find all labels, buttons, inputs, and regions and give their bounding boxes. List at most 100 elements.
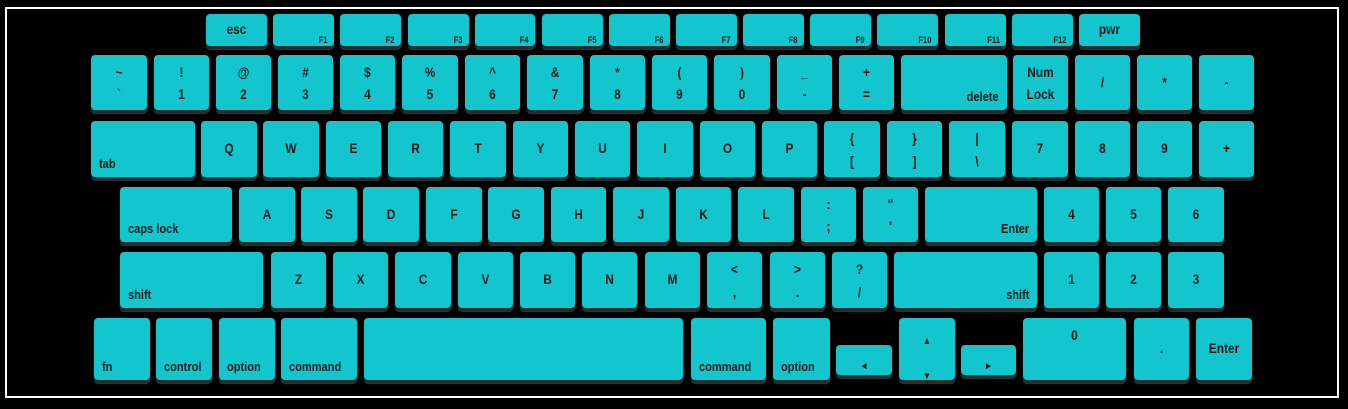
key-equals[interactable]: + = (839, 55, 894, 110)
key-j[interactable]: J (613, 187, 669, 242)
key-w[interactable]: W (263, 121, 319, 177)
key-tab[interactable]: tab (91, 121, 195, 177)
key-top-label: Num (1027, 64, 1054, 80)
key-2[interactable]: @2 (216, 55, 271, 110)
key-comma[interactable]: <, (707, 252, 762, 308)
key-7[interactable]: & 7 (527, 55, 583, 110)
key-h[interactable]: H (551, 187, 606, 242)
key-rbracket[interactable]: }] (887, 121, 942, 177)
key-slash[interactable]: ? / (832, 252, 887, 308)
key-r[interactable]: R (388, 121, 443, 177)
key-num8[interactable]: 8 (1075, 121, 1130, 177)
key-num9[interactable]: 9 (1137, 121, 1192, 177)
key-m[interactable]: M (645, 252, 700, 308)
key-label: caps lock (128, 221, 179, 236)
key-num4[interactable]: 4 (1044, 187, 1099, 242)
key-quote[interactable]: " ' (863, 187, 918, 242)
key-lcommand[interactable]: command (281, 318, 357, 380)
key-control[interactable]: control (156, 318, 212, 380)
key-9[interactable]: (9 (652, 55, 707, 110)
key-f9[interactable]: F9 (810, 14, 871, 46)
key-d[interactable]: D (363, 187, 419, 242)
key-delete[interactable]: delete (901, 55, 1007, 110)
key-num0[interactable]: 0 (1023, 318, 1126, 380)
key-a[interactable]: A (239, 187, 295, 242)
key-f4[interactable]: F4 (475, 14, 535, 46)
key-rcommand[interactable]: command (691, 318, 766, 380)
key-p[interactable]: P (762, 121, 817, 177)
key-f3[interactable]: F3 (408, 14, 469, 46)
key-num-star[interactable]: * (1137, 55, 1192, 110)
key-n[interactable]: N (582, 252, 637, 308)
key-f7[interactable]: F7 (676, 14, 737, 46)
key-b[interactable]: B (520, 252, 575, 308)
key-5[interactable]: % 5 (402, 55, 458, 110)
key-c[interactable]: C (395, 252, 451, 308)
key-f2[interactable]: F2 (340, 14, 401, 46)
key-backtick[interactable]: ~ ` (91, 55, 147, 110)
key-num2[interactable]: 2 (1106, 252, 1161, 308)
key-num1[interactable]: 1 (1044, 252, 1099, 308)
key-k[interactable]: K (676, 187, 731, 242)
key-g[interactable]: G (488, 187, 544, 242)
key-o[interactable]: O (700, 121, 755, 177)
key-f1[interactable]: F1 (273, 14, 334, 46)
key-space[interactable] (364, 318, 683, 380)
key-y[interactable]: Y (513, 121, 568, 177)
key-num5[interactable]: 5 (1106, 187, 1161, 242)
key-num3[interactable]: 3 (1168, 252, 1224, 308)
key-i[interactable]: I (637, 121, 693, 177)
key-bottom-label: \ (975, 153, 979, 169)
key-6[interactable]: ^ 6 (465, 55, 520, 110)
key-f12[interactable]: F12 (1012, 14, 1073, 46)
key-f6[interactable]: F6 (609, 14, 670, 46)
key-bottom-label: Lock (1026, 86, 1055, 102)
key-capslock[interactable]: caps lock (120, 187, 232, 242)
key-x[interactable]: X (333, 252, 388, 308)
key-s[interactable]: S (301, 187, 357, 242)
key-updown[interactable]: ▲ ▼ (899, 318, 955, 382)
key-f[interactable]: F (426, 187, 482, 242)
key-esc[interactable]: esc (206, 14, 267, 46)
key-num-enter[interactable]: Enter (1196, 318, 1252, 380)
key-e[interactable]: E (326, 121, 381, 177)
key-minus[interactable]: _ - (777, 55, 832, 110)
key-fn[interactable]: fn (94, 318, 150, 380)
key-num-plus[interactable]: + (1199, 121, 1254, 177)
key-f5[interactable]: F5 (542, 14, 603, 46)
key-8[interactable]: * 8 (590, 55, 645, 110)
key-q[interactable]: Q (201, 121, 257, 177)
key-num-minus[interactable]: - (1199, 55, 1254, 110)
key-z[interactable]: Z (271, 252, 326, 308)
key-num7[interactable]: 7 (1012, 121, 1068, 177)
key-label: E (349, 140, 358, 156)
key-num-slash[interactable]: / (1075, 55, 1130, 110)
key-3[interactable]: #3 (278, 55, 333, 110)
key-u[interactable]: U (575, 121, 630, 177)
key-lbracket[interactable]: {[ (824, 121, 880, 177)
key-period[interactable]: >. (770, 252, 825, 308)
key-v[interactable]: V (458, 252, 513, 308)
key-num6[interactable]: 6 (1168, 187, 1224, 242)
key-roption[interactable]: option (773, 318, 830, 380)
key-1[interactable]: ! 1 (154, 55, 209, 110)
key-f10[interactable]: F10 (877, 14, 938, 46)
key-backslash[interactable]: | \ (949, 121, 1005, 177)
key-enter[interactable]: Enter (925, 187, 1037, 242)
key-num-dot[interactable]: . (1134, 318, 1189, 380)
key-loption[interactable]: option (219, 318, 275, 380)
key-numlock[interactable]: Num Lock (1013, 55, 1068, 110)
key-0[interactable]: ) 0 (714, 55, 770, 110)
key-f11[interactable]: F11 (945, 14, 1006, 46)
key-l[interactable]: L (738, 187, 794, 242)
key-pwr[interactable]: pwr (1079, 14, 1140, 46)
key-rshift[interactable]: shift (894, 252, 1037, 308)
key-right[interactable]: ► (961, 345, 1016, 375)
key-lshift[interactable]: shift (120, 252, 263, 308)
key-f8[interactable]: F8 (743, 14, 804, 46)
key-4[interactable]: $4 (340, 55, 395, 110)
key-top-label: " (887, 196, 894, 212)
key-t[interactable]: T (450, 121, 506, 177)
key-left[interactable]: ◄ (836, 345, 892, 375)
key-semicolon[interactable]: :; (801, 187, 856, 242)
